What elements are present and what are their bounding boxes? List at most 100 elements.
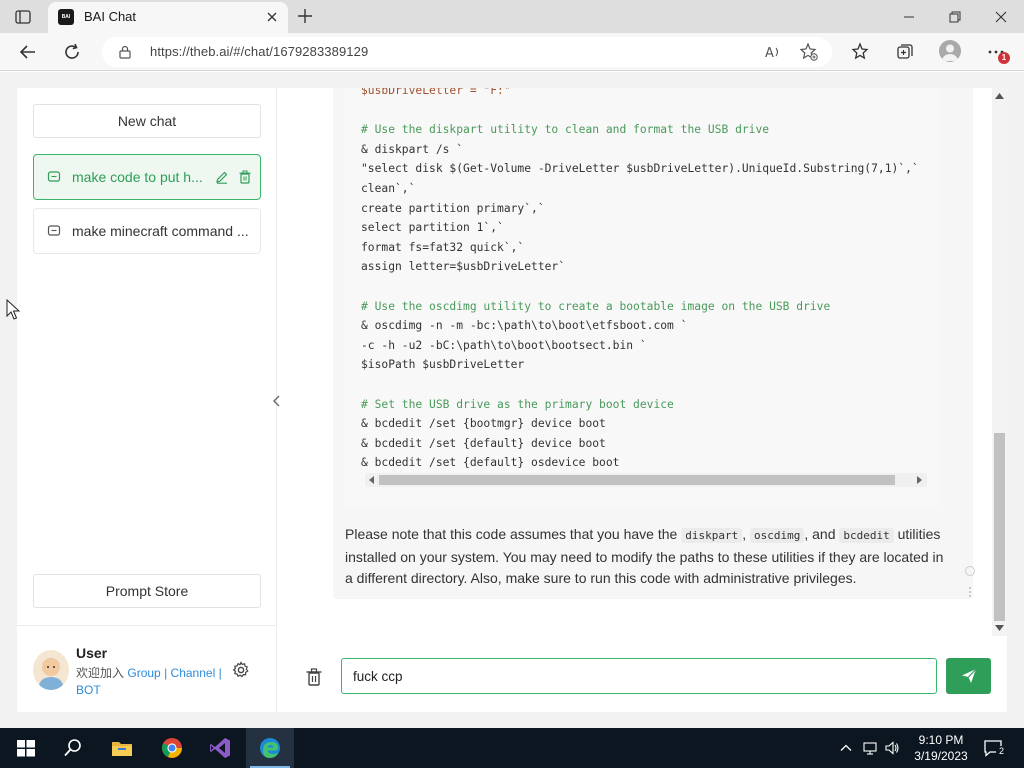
code-line: # Use the diskpart utility to clean and … [361, 123, 770, 137]
send-paper-plane-icon [961, 668, 976, 683]
assistant-message: $usbDriveLetter = "F:" # Use the diskpar… [333, 88, 973, 599]
code-line: & diskpart /s ` [361, 142, 464, 156]
code-line: $usbDriveLetter = "F:" [361, 88, 511, 97]
clear-chat-trash-icon[interactable] [305, 667, 323, 687]
svg-text:A: A [765, 46, 774, 61]
code-line: "select disk $(Get-Volume -DriveLetter $… [361, 162, 919, 176]
code-line: clean`,` [361, 181, 416, 195]
chat-main: $usbDriveLetter = "F:" # Use the diskpar… [278, 88, 1007, 712]
message-actions-icon[interactable] [964, 563, 976, 603]
visual-studio-icon[interactable] [208, 736, 232, 760]
code-line: # Use the oscdimg utility to create a bo… [361, 299, 831, 313]
chat-item-label: make code to put h... [72, 169, 203, 185]
tab-title: BAI Chat [84, 9, 137, 24]
code-block: $usbDriveLetter = "F:" # Use the diskpar… [345, 88, 941, 506]
code-line: & bcdedit /set {bootmgr} device boot [361, 417, 606, 431]
code-scroll-thumb[interactable] [379, 475, 895, 485]
collections-icon[interactable] [894, 41, 916, 63]
action-center-count: 2 [996, 746, 1007, 757]
chat-vertical-scrollbar[interactable] [992, 88, 1007, 636]
inline-code: bcdedit [839, 528, 894, 543]
channel-link[interactable]: Channel [171, 666, 216, 680]
user-avatar [33, 650, 69, 690]
code-horizontal-scrollbar[interactable] [365, 473, 927, 487]
page-background: New chat make code to put h... make mine… [0, 72, 1024, 728]
new-tab-icon[interactable] [296, 7, 314, 25]
link-separator: | [164, 666, 168, 680]
delete-chat-icon[interactable] [237, 169, 253, 185]
restore-icon[interactable] [932, 0, 978, 33]
network-icon[interactable] [862, 740, 878, 756]
chat-item-label: make minecraft command ... [72, 223, 249, 239]
read-aloud-icon[interactable]: A [763, 42, 783, 62]
close-window-icon[interactable] [978, 0, 1024, 33]
bot-link[interactable]: BOT [76, 683, 101, 697]
link-separator: | [218, 666, 222, 680]
code-line: format fs=fat32 quick`,` [361, 240, 525, 254]
chat-bubble-icon [47, 224, 61, 238]
code-line: assign letter=$usbDriveLetter` [361, 260, 566, 274]
new-chat-button[interactable]: New chat [33, 104, 261, 138]
browser-title-bar: BAI BAI Chat [0, 0, 1024, 33]
favorites-icon[interactable] [849, 41, 871, 63]
chat-bubble-icon [47, 170, 61, 184]
search-icon[interactable] [61, 736, 85, 760]
mouse-cursor-icon [6, 299, 20, 320]
browser-tab-bai-chat[interactable]: BAI BAI Chat [48, 2, 288, 33]
message-text: Please note that this code assumes that … [345, 526, 944, 587]
code-line: # Set the USB drive as the primary boot … [361, 397, 674, 411]
scroll-right-arrow-icon[interactable] [915, 476, 923, 484]
volume-icon[interactable] [884, 740, 900, 756]
code-line: & bcdedit /set {default} osdevice boot [361, 456, 620, 470]
code-lines: $usbDriveLetter = "F:" # Use the diskpar… [361, 88, 919, 473]
code-line: & bcdedit /set {default} device boot [361, 436, 606, 450]
scroll-up-arrow-icon[interactable] [995, 92, 1004, 100]
scroll-left-arrow-icon[interactable] [368, 476, 376, 484]
clock-time: 9:10 PM [918, 733, 964, 747]
profile-avatar-icon[interactable] [939, 40, 961, 62]
settings-gear-icon[interactable] [231, 660, 251, 680]
code-line: & oscdimg -n -m -bc:\path\to\boot\etfsbo… [361, 319, 688, 333]
chat-message-input[interactable] [341, 658, 937, 694]
code-line: create partition primary`,` [361, 201, 545, 215]
chat-item-active[interactable]: make code to put h... [33, 154, 261, 200]
lock-icon[interactable] [118, 45, 132, 59]
notification-badge: 1 [998, 52, 1010, 64]
user-name: User [76, 645, 108, 661]
composer [278, 658, 1007, 698]
chrome-icon[interactable] [160, 736, 184, 760]
minimize-icon[interactable] [886, 0, 932, 33]
chat-scroll-thumb[interactable] [994, 433, 1005, 621]
code-line: $isoPath $usbDriveLetter [361, 358, 525, 372]
inline-code: diskpart [681, 528, 743, 543]
close-tab-icon[interactable] [264, 9, 280, 25]
edit-pencil-icon[interactable] [214, 169, 230, 185]
bai-favicon-icon: BAI [58, 9, 74, 25]
send-button[interactable] [946, 658, 991, 694]
windows-start-icon[interactable] [14, 736, 38, 760]
prompt-store-button[interactable]: Prompt Store [33, 574, 261, 608]
add-favorite-icon[interactable] [799, 42, 819, 62]
code-line: select partition 1`,` [361, 221, 504, 235]
show-hidden-icons-chevron-icon[interactable] [838, 740, 854, 756]
chat-item[interactable]: make minecraft command ... [33, 208, 261, 254]
inline-code: oscdimg [749, 528, 805, 543]
user-panel: User 欢迎加入 Group | Channel | BOT [17, 625, 277, 712]
file-explorer-icon[interactable] [110, 736, 134, 760]
url-text[interactable]: https://theb.ai/#/chat/1679283389129 [150, 44, 368, 59]
sidebar: New chat make code to put h... make mine… [17, 88, 277, 712]
refresh-icon[interactable] [61, 41, 83, 63]
scroll-down-arrow-icon[interactable] [995, 624, 1004, 632]
code-line: -c -h -u2 -bC:\path\to\boot\bootsect.bin… [361, 338, 647, 352]
system-clock[interactable]: 9:10 PM 3/19/2023 [906, 732, 976, 764]
group-link[interactable]: Group [127, 666, 160, 680]
chat-app: New chat make code to put h... make mine… [17, 88, 1007, 712]
windows-taskbar: 9:10 PM 3/19/2023 2 [0, 728, 1024, 768]
address-bar[interactable]: https://theb.ai/#/chat/1679283389129 A [102, 37, 832, 67]
back-arrow-icon[interactable] [17, 41, 39, 63]
edge-icon[interactable] [258, 736, 282, 760]
tab-actions-icon[interactable] [14, 8, 32, 26]
